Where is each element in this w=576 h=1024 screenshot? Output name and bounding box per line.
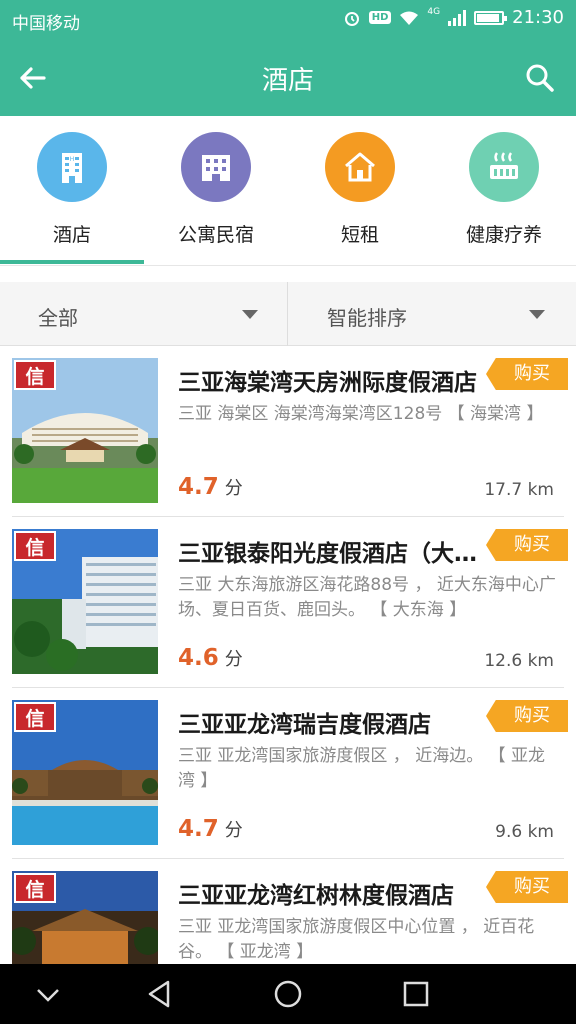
hotel-distance: 9.6 km — [495, 822, 554, 842]
hotel-score: 4.7 分 — [178, 816, 243, 842]
signal-icon — [448, 9, 467, 26]
sort-dropdown[interactable]: 智能排序 — [289, 282, 576, 346]
carrier-name: 中国移动 — [12, 14, 80, 34]
filter-all-dropdown[interactable]: 全部 — [0, 282, 287, 346]
hotel-distance: 17.7 km — [484, 480, 554, 500]
hotel-photo: 信 — [12, 358, 158, 503]
app-bar: 酒店 — [0, 40, 576, 116]
score-value: 4.6 — [178, 645, 219, 671]
spa-icon — [469, 132, 539, 202]
active-tab-indicator — [0, 260, 144, 264]
buy-button[interactable]: 购买 — [486, 529, 568, 561]
network-type: 4G — [427, 6, 441, 17]
hotel-photo: 信 — [12, 871, 158, 964]
credit-badge: 信 — [14, 873, 56, 903]
hotel-photo: 信 — [12, 529, 158, 674]
hotel-icon: H — [37, 132, 107, 202]
page-title: 酒店 — [261, 66, 314, 96]
hotel-score: 4.6 分 — [178, 645, 243, 671]
tab-hotel[interactable]: H 酒店 — [0, 116, 144, 266]
score-unit: 分 — [224, 649, 243, 670]
buy-button[interactable]: 购买 — [486, 700, 568, 732]
credit-badge: 信 — [14, 360, 56, 390]
tab-apartment[interactable]: 公寓民宿 — [144, 116, 288, 266]
credit-badge: 信 — [14, 702, 56, 732]
battery-icon — [474, 10, 508, 25]
back-triangle-icon[interactable] — [144, 978, 176, 1010]
hotel-name: 三亚亚龙湾红树林度假酒店 — [178, 883, 454, 909]
score-value: 4.7 — [178, 474, 219, 500]
status-bar: 中国移动 HD 4G 21:30 — [0, 0, 576, 40]
tab-short-rent[interactable]: 短租 — [288, 116, 432, 266]
hotel-address: 三亚 亚龙湾国家旅游度假区中心位置 ， 近百花谷。 【 亚龙湾 】 — [178, 917, 535, 962]
hotel-distance: 12.6 km — [484, 651, 554, 671]
recents-square-icon[interactable] — [400, 978, 432, 1010]
filter-bar: 全部 智能排序 — [0, 282, 576, 346]
hotel-photo: 信 — [12, 700, 158, 845]
apartment-icon — [181, 132, 251, 202]
score-value: 4.7 — [178, 816, 219, 842]
hd-badge: HD — [368, 11, 392, 24]
score-unit: 分 — [224, 478, 243, 499]
hotel-address: 三亚 亚龙湾国家旅游度假区 ， 近海边。 【 亚龙湾 】 — [178, 746, 546, 791]
hotel-name: 三亚海棠湾天房洲际度假酒店 — [178, 370, 477, 396]
tab-health[interactable]: 健康疗养 — [432, 116, 576, 266]
system-nav-bar — [0, 964, 576, 1024]
divider — [287, 282, 288, 346]
tab-label: 公寓民宿 — [177, 224, 254, 246]
search-icon[interactable] — [522, 60, 558, 96]
hotel-list-item[interactable]: 信 三亚亚龙湾红树林度假酒店 购买 三亚 亚龙湾国家旅游度假区中心位置 ， 近百… — [0, 859, 576, 964]
score-unit: 分 — [224, 820, 243, 841]
tab-label: 短租 — [340, 224, 379, 246]
buy-button[interactable]: 购买 — [486, 358, 568, 390]
hotel-list: 信 三亚海棠湾天房洲际度假酒店 购买 三亚 海棠区 海棠湾海棠湾区128号 【 … — [0, 346, 576, 964]
chevron-down-icon — [529, 310, 545, 319]
hotel-name: 三亚银泰阳光度假酒店（大东海） — [178, 541, 480, 567]
chevron-down-icon[interactable] — [32, 978, 64, 1010]
credit-badge: 信 — [14, 531, 56, 561]
hotel-address: 三亚 大东海旅游区海花路88号 ， 近大东海中心广场、夏日百货、鹿回头。 【 大… — [178, 575, 556, 620]
chevron-down-icon — [242, 310, 258, 319]
buy-button[interactable]: 购买 — [486, 871, 568, 903]
tab-label: 健康疗养 — [465, 224, 542, 246]
hotel-list-item[interactable]: 信 三亚亚龙湾瑞吉度假酒店 购买 三亚 亚龙湾国家旅游度假区 ， 近海边。 【 … — [0, 688, 576, 859]
hotel-address: 三亚 海棠区 海棠湾海棠湾区128号 【 海棠湾 】 — [178, 404, 544, 424]
hotel-score: 4.7 分 — [178, 474, 243, 500]
house-icon — [325, 132, 395, 202]
hotel-list-item[interactable]: 信 三亚海棠湾天房洲际度假酒店 购买 三亚 海棠区 海棠湾海棠湾区128号 【 … — [0, 346, 576, 517]
hotel-list-item[interactable]: 信 三亚银泰阳光度假酒店（大东海） 购买 三亚 大东海旅游区海花路88号 ， 近… — [0, 517, 576, 688]
svg-text:H: H — [70, 156, 75, 163]
filter-label: 全部 — [38, 306, 78, 330]
clock: 21:30 — [512, 7, 564, 28]
sort-label: 智能排序 — [327, 306, 407, 330]
tab-label: 酒店 — [52, 224, 91, 246]
category-tabs: H 酒店 公寓民宿 短租 健康疗养 — [0, 116, 576, 266]
alarm-icon — [344, 11, 359, 26]
wifi-icon — [400, 11, 419, 25]
hotel-name: 三亚亚龙湾瑞吉度假酒店 — [178, 712, 431, 738]
home-circle-icon[interactable] — [272, 978, 304, 1010]
